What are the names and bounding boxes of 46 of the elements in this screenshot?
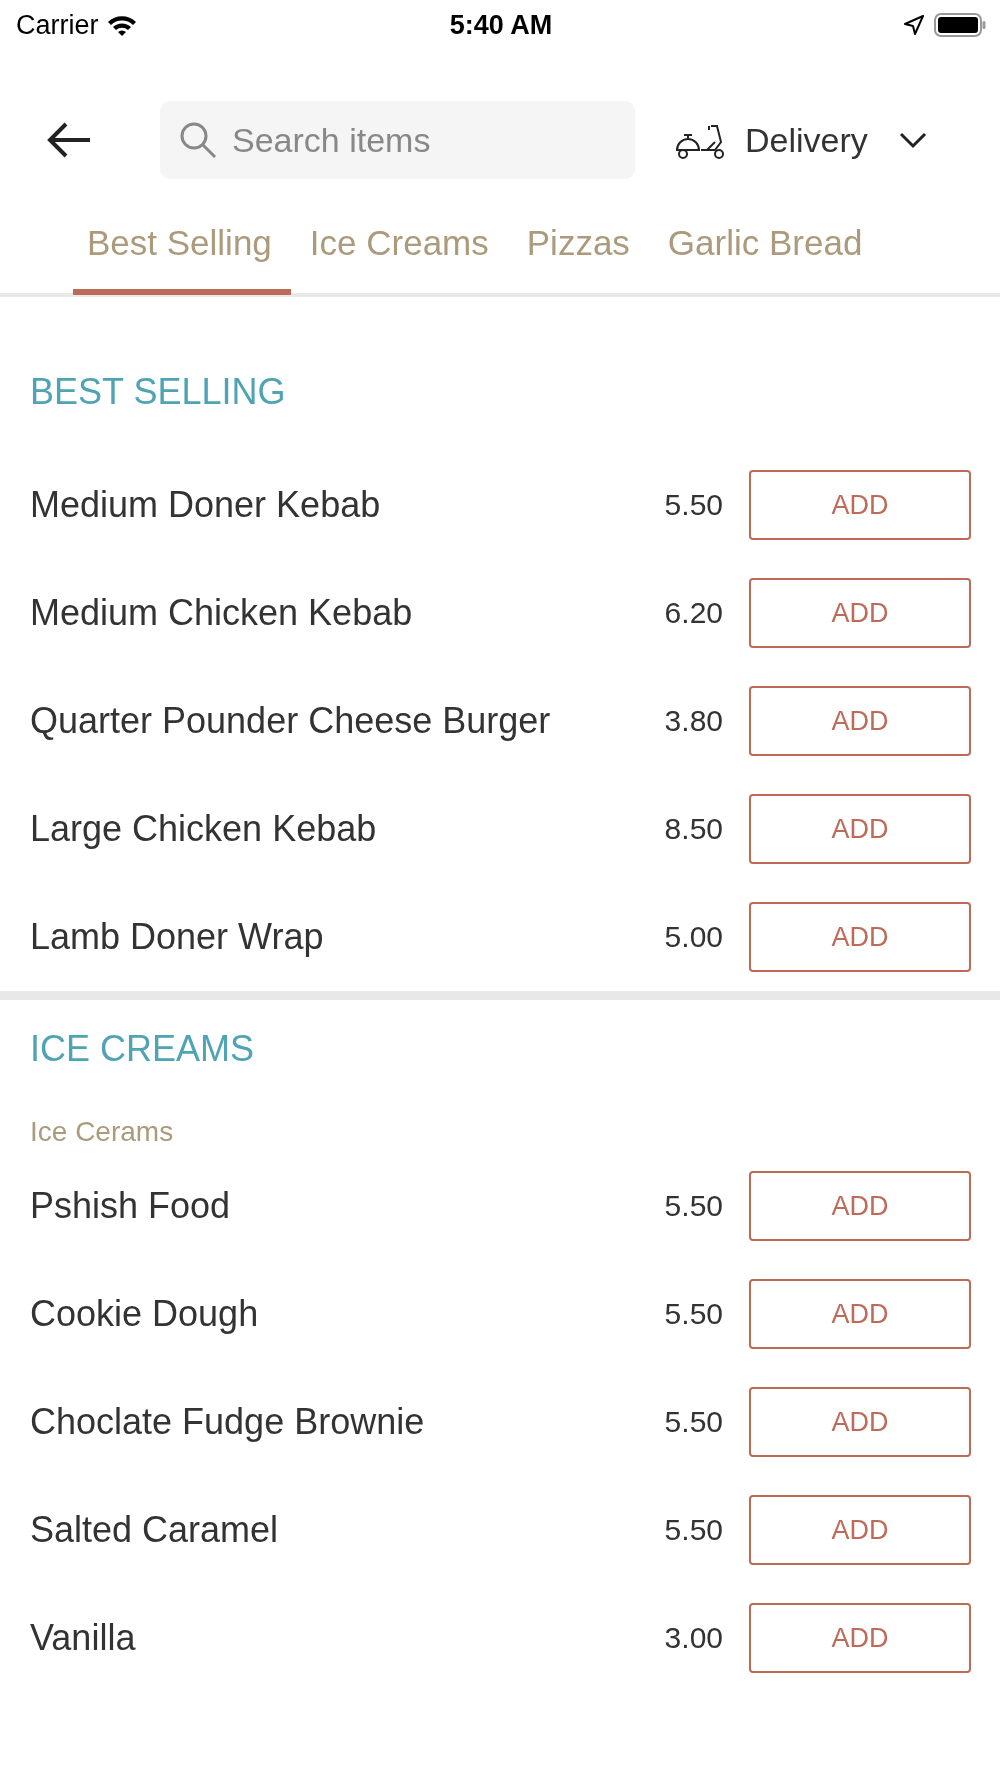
item-price: 8.50 xyxy=(664,812,723,846)
category-tab[interactable]: Best Selling xyxy=(73,223,291,295)
order-type-label[interactable]: Delivery xyxy=(745,120,868,160)
wifi-icon xyxy=(106,14,137,36)
item-price: 5.50 xyxy=(664,1513,723,1547)
add-button[interactable]: ADD xyxy=(749,1387,971,1457)
item-name: Pshish Food xyxy=(30,1183,232,1228)
add-button[interactable]: ADD xyxy=(749,578,971,648)
add-button[interactable]: ADD xyxy=(749,1603,971,1673)
add-button[interactable]: ADD xyxy=(749,902,971,972)
search-field[interactable]: Search items xyxy=(160,101,635,179)
item-name: Cookie Dough xyxy=(30,1291,260,1336)
section-heading: BEST SELLING xyxy=(30,371,287,413)
add-button[interactable]: ADD xyxy=(749,1279,971,1349)
add-button[interactable]: ADD xyxy=(749,686,971,756)
item-price: 5.50 xyxy=(664,488,723,522)
section-heading: ICE CREAMS xyxy=(30,1028,256,1070)
item-price: 5.50 xyxy=(664,1297,723,1331)
section-subheading: Ice Cerams xyxy=(30,1116,175,1148)
item-name: Salted Caramel xyxy=(30,1507,280,1552)
search-icon xyxy=(178,120,218,160)
chevron-down-icon[interactable] xyxy=(897,130,928,150)
add-button[interactable]: ADD xyxy=(749,470,971,540)
add-button[interactable]: ADD xyxy=(749,1495,971,1565)
item-name: Quarter Pounder Cheese Burger xyxy=(30,698,552,743)
item-name: Medium Chicken Kebab xyxy=(30,590,414,635)
item-name: Vanilla xyxy=(30,1615,137,1660)
category-tab[interactable]: Garlic Bread xyxy=(648,223,882,295)
location-arrow-icon xyxy=(904,15,924,35)
item-name: Choclate Fudge Brownie xyxy=(30,1399,426,1444)
item-price: 5.50 xyxy=(664,1189,723,1223)
item-price: 3.00 xyxy=(664,1621,723,1655)
carrier-name: Carrier xyxy=(16,9,99,41)
add-button[interactable]: ADD xyxy=(749,794,971,864)
category-tab[interactable]: Ice Creams xyxy=(290,223,508,295)
battery-icon xyxy=(934,13,986,37)
item-name: Large Chicken Kebab xyxy=(30,806,378,851)
item-price: 5.50 xyxy=(664,1405,723,1439)
clock-time: 5:40 AM xyxy=(449,9,553,40)
item-name: Medium Doner Kebab xyxy=(30,482,382,527)
item-price: 6.20 xyxy=(664,596,723,630)
item-price: 5.00 xyxy=(664,920,723,954)
category-tab[interactable]: Pizzas xyxy=(507,223,649,295)
item-name: Lamb Doner Wrap xyxy=(30,914,325,959)
item-price: 3.80 xyxy=(664,704,723,738)
add-button[interactable]: ADD xyxy=(749,1171,971,1241)
